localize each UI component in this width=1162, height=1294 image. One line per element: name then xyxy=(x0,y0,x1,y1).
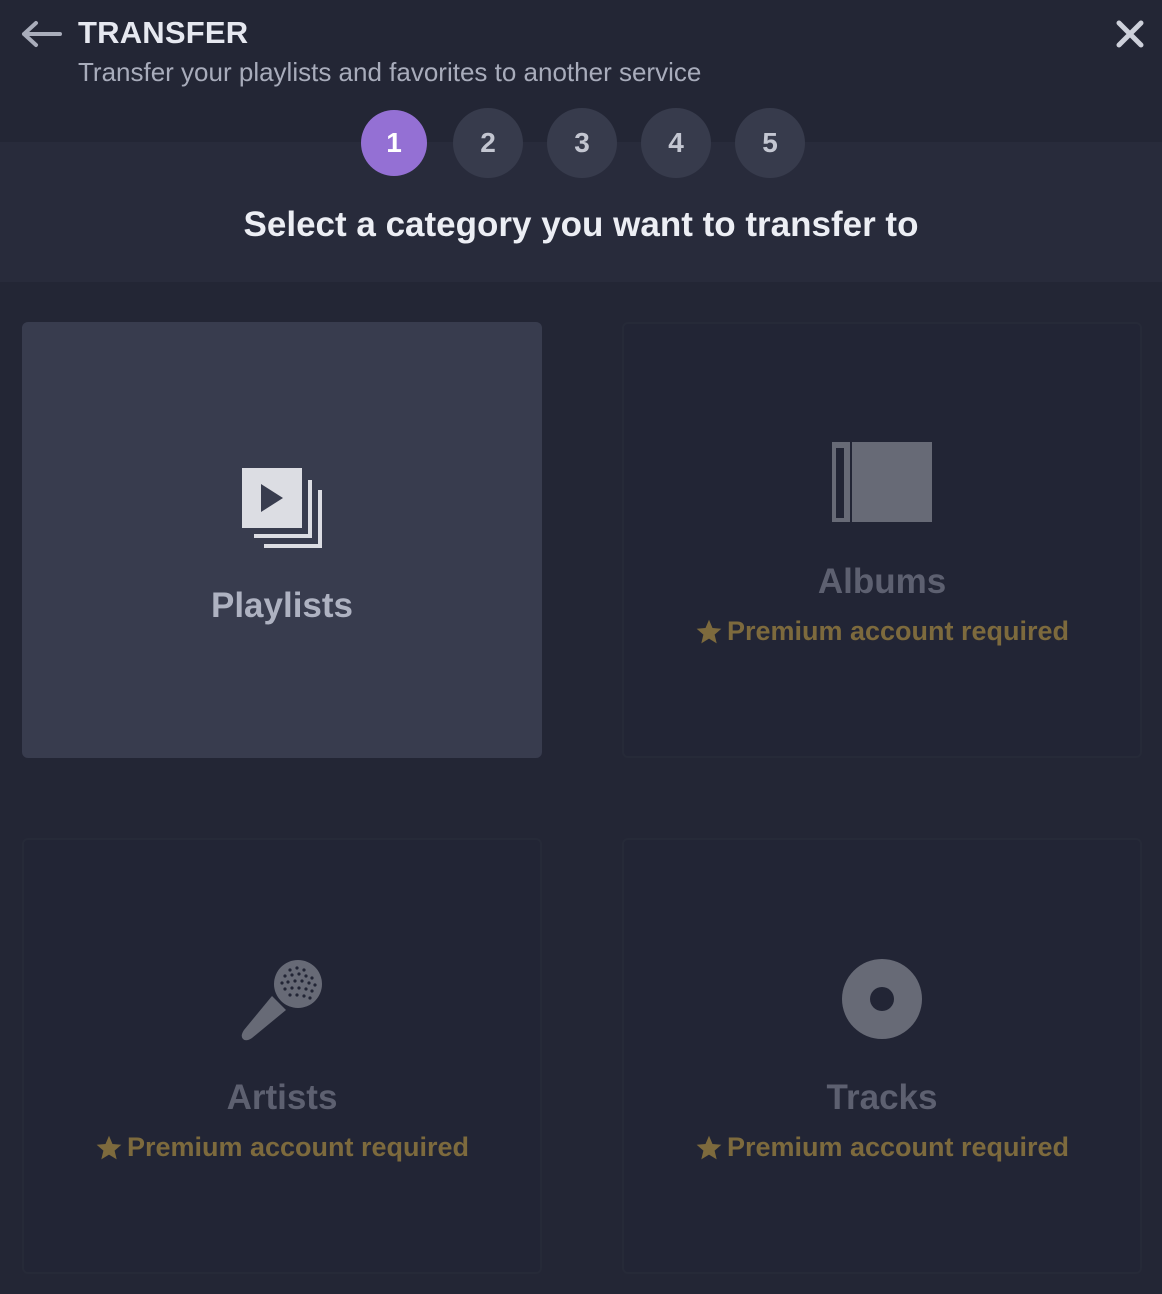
category-prompt: Select a category you want to transfer t… xyxy=(243,205,919,244)
category-label-albums: Albums xyxy=(817,562,947,601)
premium-note-tracks: Premium account required xyxy=(624,1132,1140,1163)
category-card-playlists[interactable]: Playlists xyxy=(22,322,542,758)
category-label-playlists: Playlists xyxy=(210,586,354,625)
page-title: TRANSFER xyxy=(78,15,249,50)
step-2[interactable]: 2 xyxy=(453,108,523,178)
disc-icon xyxy=(842,959,922,1039)
premium-text: Premium account required xyxy=(726,1132,1070,1162)
step-3[interactable]: 3 xyxy=(547,108,617,178)
back-button[interactable] xyxy=(16,16,64,52)
premium-text: Premium account required xyxy=(726,616,1070,646)
stepper: 1 2 3 4 5 xyxy=(0,108,1162,178)
category-card-artists[interactable]: Artists Premium account required xyxy=(22,838,542,1274)
arrow-left-icon xyxy=(22,21,62,47)
category-label-tracks: Tracks xyxy=(826,1078,938,1117)
close-icon xyxy=(1116,20,1144,48)
microphone-icon xyxy=(241,960,322,1041)
premium-note-artists: Premium account required xyxy=(24,1132,540,1163)
step-4[interactable]: 4 xyxy=(641,108,711,178)
star-icon xyxy=(696,619,722,643)
premium-text: Premium account required xyxy=(126,1132,470,1162)
star-icon xyxy=(96,1135,122,1159)
category-card-albums[interactable]: Albums Premium account required xyxy=(622,322,1142,758)
page-subtitle: Transfer your playlists and favorites to… xyxy=(78,57,702,87)
star-icon xyxy=(696,1135,722,1159)
premium-note-albums: Premium account required xyxy=(624,616,1140,647)
album-icon xyxy=(832,442,932,522)
close-button[interactable] xyxy=(1110,14,1150,54)
playlist-icon xyxy=(242,468,322,548)
step-1[interactable]: 1 xyxy=(361,110,427,176)
category-card-tracks[interactable]: Tracks Premium account required xyxy=(622,838,1142,1274)
category-label-artists: Artists xyxy=(226,1078,338,1117)
step-5[interactable]: 5 xyxy=(735,108,805,178)
